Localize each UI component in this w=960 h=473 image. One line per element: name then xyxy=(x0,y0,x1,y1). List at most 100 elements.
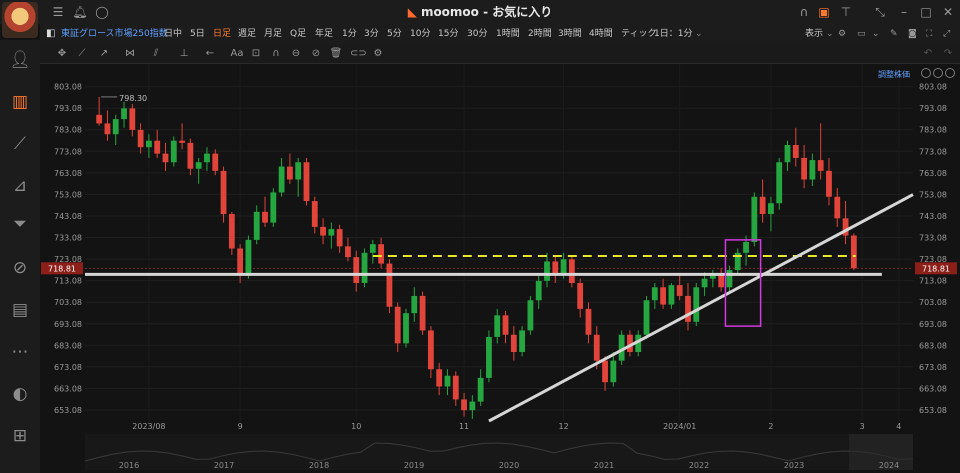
tf-1hour[interactable]: 1時間 xyxy=(496,24,520,44)
redo-icon[interactable]: ↷ xyxy=(940,46,956,62)
candle-body xyxy=(220,170,227,214)
overview-year-label: 2019 xyxy=(404,461,424,470)
maximize-icon[interactable]: □ xyxy=(918,4,934,20)
candle-body xyxy=(345,246,351,258)
tf-1min[interactable]: 1分 xyxy=(342,24,357,44)
price-tick-right: 783.08 xyxy=(919,126,947,135)
tf-30min[interactable]: 30分 xyxy=(467,24,487,44)
hide-icon[interactable]: ⊘ xyxy=(308,46,324,62)
tf-weekly[interactable]: 週足 xyxy=(238,24,256,44)
undo-icon[interactable]: ↶ xyxy=(920,46,936,62)
scale-reset-icon[interactable] xyxy=(945,68,955,78)
trash-icon[interactable]: 🗑︎ xyxy=(328,46,344,62)
eraser-icon[interactable]: ⊖ xyxy=(288,46,304,62)
candle-body xyxy=(768,203,774,214)
fullscreen-icon[interactable]: ⛶ xyxy=(926,24,932,44)
title-separator: - xyxy=(478,5,493,19)
trend-icon[interactable]: ⟋ xyxy=(8,132,32,156)
candle-body xyxy=(403,313,409,344)
adjusted-price-toggle[interactable]: 調整株価 xyxy=(878,69,910,80)
overview-year-label: 2023 xyxy=(784,461,804,470)
tf-quarterly[interactable]: Q足 xyxy=(290,24,306,44)
tf-5day[interactable]: 5日 xyxy=(190,24,205,44)
gamepad-icon[interactable]: ⊞ xyxy=(8,424,32,448)
zoom-in-icon[interactable] xyxy=(933,68,943,78)
tf-tick[interactable]: ティック xyxy=(621,24,656,44)
candle-body xyxy=(477,377,484,402)
candle-body xyxy=(776,162,783,204)
zoom-out-icon[interactable] xyxy=(921,68,931,78)
indicator-icon[interactable]: ▭ xyxy=(857,24,866,44)
candle-body xyxy=(693,287,700,322)
tf-yearly[interactable]: 年足 xyxy=(315,24,333,44)
price-tick-left: 733.08 xyxy=(54,234,82,243)
measure-icon[interactable]: ⊡ xyxy=(248,46,264,62)
moomoo-icon[interactable]: ◐ xyxy=(8,382,32,406)
price-tick-left: 773.08 xyxy=(54,147,82,156)
camera-icon[interactable]: ◙ xyxy=(908,24,917,44)
minimize-icon[interactable]: – xyxy=(896,4,912,20)
list-icon[interactable]: ☰ xyxy=(50,4,66,20)
chevron-down-icon[interactable]: ⌄ xyxy=(872,24,880,44)
candle-body xyxy=(146,140,152,148)
fib-icon[interactable]: ⊥ xyxy=(176,46,192,62)
tf-15min[interactable]: 15分 xyxy=(438,24,458,44)
display-menu[interactable]: 表示 xyxy=(805,24,823,44)
close-icon[interactable]: ✕ xyxy=(940,4,956,20)
toggle-icon[interactable]: ⊂⊃ xyxy=(350,46,367,62)
ray-icon[interactable]: ↗ xyxy=(96,46,112,62)
collapse-icon[interactable]: ⤡ xyxy=(872,4,888,20)
x-axis-label: 9 xyxy=(238,422,243,431)
text-icon[interactable]: Aa xyxy=(229,46,245,62)
exchange-icon[interactable]: ⊘ xyxy=(8,256,32,280)
channel-icon[interactable]: ⫽ xyxy=(148,46,164,62)
tf-2hour[interactable]: 2時間 xyxy=(528,24,552,44)
filter-icon[interactable]: ⏷ xyxy=(8,212,32,236)
price-tick-right: 653.08 xyxy=(919,406,947,415)
plot-area xyxy=(85,64,913,421)
tf-1day-1min[interactable]: 1日：1分 xyxy=(654,24,692,44)
candle-body xyxy=(685,295,691,322)
lock-icon[interactable]: ▣ xyxy=(816,4,832,20)
bell-icon[interactable]: 🔔︎ xyxy=(72,4,88,20)
report-icon[interactable]: ⊿ xyxy=(8,174,32,198)
candle-body xyxy=(162,153,169,163)
candle-body xyxy=(643,300,650,335)
expand-icon[interactable]: ⤢ xyxy=(943,24,950,44)
crosshair-icon[interactable]: ✥ xyxy=(54,46,70,62)
tf-3hour[interactable]: 3時間 xyxy=(558,24,582,44)
headset-icon[interactable]: ∩ xyxy=(796,4,812,20)
candle-body xyxy=(286,166,293,180)
news-icon[interactable]: ▤ xyxy=(8,298,32,322)
price-tick-left: 743.08 xyxy=(54,212,82,221)
settings-icon[interactable]: ⚙︎ xyxy=(370,46,386,62)
line-icon[interactable]: ⟋ xyxy=(74,46,90,62)
draw-icon[interactable]: ✎ xyxy=(890,24,898,44)
more-icon[interactable]: ⋯ xyxy=(8,340,32,364)
pattern-icon[interactable]: ⋈ xyxy=(122,46,138,62)
settings-icon[interactable]: ⚙︎ xyxy=(838,24,846,44)
symbol-name[interactable]: 東証グロース市場250指数 xyxy=(61,24,168,44)
tf-intraday[interactable]: 日中 xyxy=(164,24,182,44)
candlestick-chart[interactable]: 803.08 803.08 793.08 793.08 783.08 783.08 773.… xyxy=(40,64,960,473)
chart-icon[interactable]: ▥ xyxy=(8,90,32,114)
tf-10min[interactable]: 10分 xyxy=(410,24,430,44)
candle-body xyxy=(378,244,385,264)
tf-4hour[interactable]: 4時間 xyxy=(589,24,613,44)
avatar[interactable] xyxy=(2,2,38,38)
price-tick-left: 753.08 xyxy=(54,190,82,199)
tf-monthly[interactable]: 月足 xyxy=(264,24,282,44)
tf-5min[interactable]: 5分 xyxy=(387,24,402,44)
magnet-icon[interactable]: ∩ xyxy=(268,46,284,62)
panel-toggle-icon[interactable]: ◧ xyxy=(46,24,55,44)
candle-body xyxy=(129,108,136,130)
tf-daily[interactable]: 日足 xyxy=(213,24,231,44)
chat-icon[interactable]: ◯ xyxy=(94,4,110,20)
chevron-down-icon[interactable]: ⌄ xyxy=(826,24,834,44)
user-icon[interactable]: 👤︎ xyxy=(8,48,32,72)
chevron-down-icon[interactable]: ⌄ xyxy=(695,24,703,44)
tf-3min[interactable]: 3分 xyxy=(364,24,379,44)
shirt-icon[interactable]: ⊤ xyxy=(838,4,854,20)
chart-canvas[interactable]: 803.08 803.08 793.08 793.08 783.08 783.08 773.… xyxy=(40,64,960,473)
arrow-icon[interactable]: ← xyxy=(202,46,218,62)
